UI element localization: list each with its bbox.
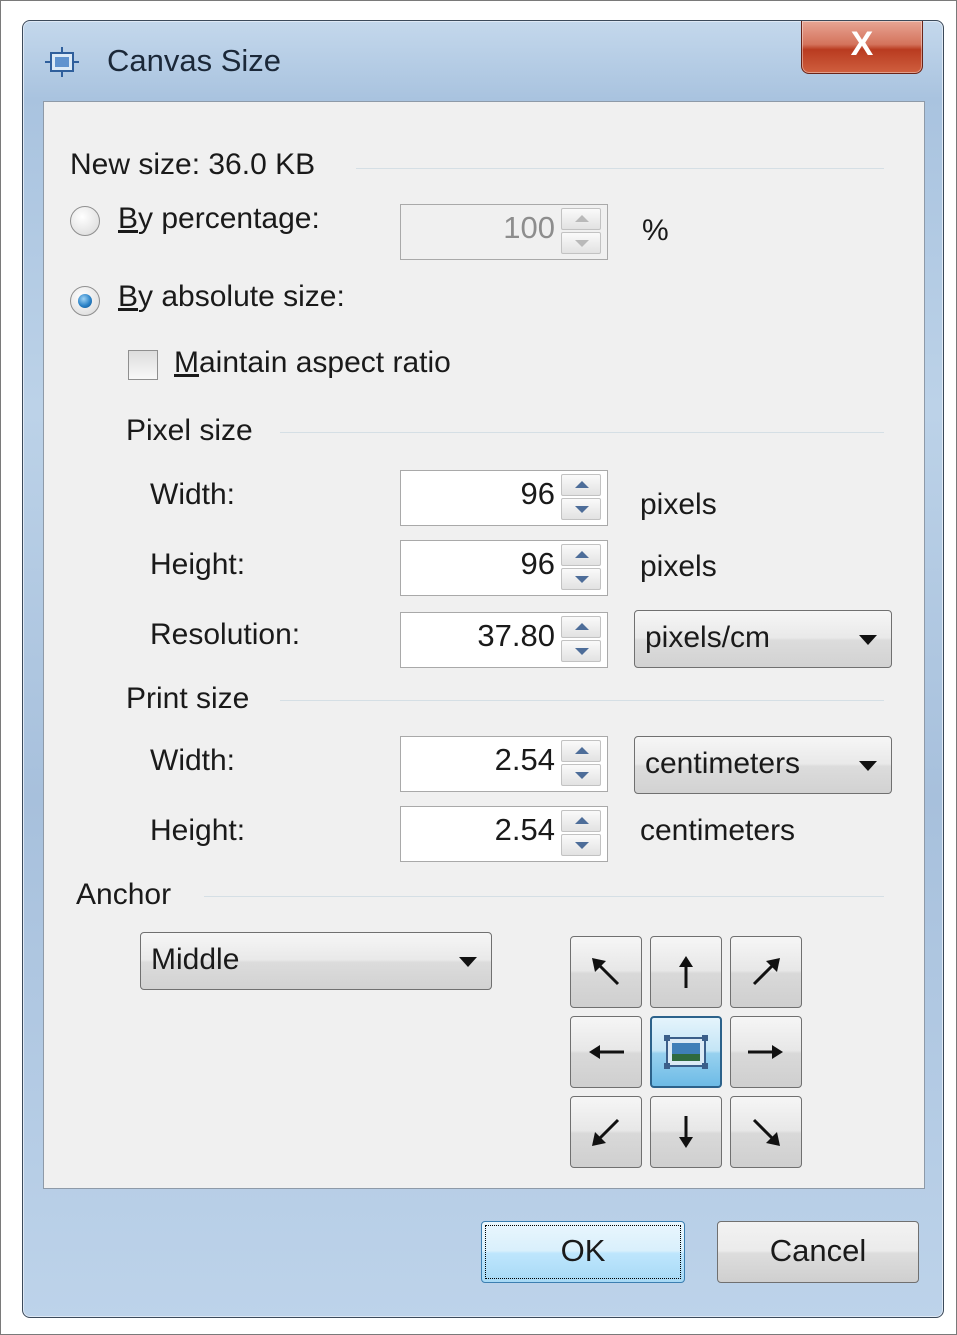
- cancel-button[interactable]: Cancel: [717, 1221, 919, 1283]
- divider: [280, 700, 884, 701]
- pixel-height-unit: pixels: [640, 550, 717, 583]
- divider: [204, 896, 884, 897]
- anchor-bottom-left-button[interactable]: [570, 1096, 642, 1168]
- anchor-dropdown[interactable]: Middle: [140, 932, 492, 990]
- maintain-aspect-ratio-label[interactable]: Maintain aspect ratio: [174, 346, 451, 380]
- anchor-heading: Anchor: [76, 878, 172, 911]
- pixel-width-value: 96: [520, 476, 555, 511]
- arrow-down-left-icon: [592, 1118, 620, 1146]
- print-width-up-button[interactable]: [561, 740, 601, 762]
- percentage-value: 100: [503, 210, 555, 245]
- arrow-right-icon: [748, 1045, 783, 1059]
- dialog-body: New size: 36.0 KB By percentage: 100 % B…: [43, 101, 925, 1189]
- print-width-spinner[interactable]: 2.54: [400, 736, 608, 792]
- arrow-left-icon: [589, 1045, 624, 1059]
- by-absolute-size-radio[interactable]: [70, 286, 100, 316]
- maintain-aspect-ratio-checkbox[interactable]: [128, 350, 158, 380]
- canvas-size-dialog: Canvas Size X New size: 36.0 KB By perce…: [22, 20, 944, 1318]
- print-height-spinner[interactable]: 2.54: [400, 806, 608, 862]
- anchor-bottom-right-button[interactable]: [730, 1096, 802, 1168]
- anchor-right-button[interactable]: [730, 1016, 802, 1088]
- cancel-label: Cancel: [769, 1233, 867, 1268]
- percentage-unit: %: [642, 214, 669, 247]
- print-height-up-button[interactable]: [561, 810, 601, 832]
- pixel-width-up-button[interactable]: [561, 474, 601, 496]
- anchor-top-button[interactable]: [650, 936, 722, 1008]
- arrow-up-left-icon: [592, 958, 620, 986]
- anchor-value: Middle: [151, 943, 240, 976]
- chevron-down-icon: [459, 957, 477, 967]
- anchor-top-right-button[interactable]: [730, 936, 802, 1008]
- pixel-height-value: 96: [520, 546, 555, 581]
- resolution-value: 37.80: [477, 618, 555, 653]
- print-width-label: Width:: [150, 744, 236, 777]
- ok-button[interactable]: OK: [481, 1221, 685, 1283]
- print-size-heading: Print size: [126, 682, 250, 715]
- chevron-down-icon: [859, 635, 877, 645]
- arrow-up-right-icon: [752, 958, 780, 986]
- pixel-size-heading: Pixel size: [126, 414, 253, 447]
- print-height-value: 2.54: [494, 812, 555, 847]
- resolution-down-button[interactable]: [561, 640, 601, 662]
- pixel-height-up-button[interactable]: [561, 544, 601, 566]
- print-height-down-button[interactable]: [561, 834, 601, 856]
- pixel-width-spinner[interactable]: 96: [400, 470, 608, 526]
- arrow-down-icon: [679, 1116, 693, 1148]
- percentage-spinner[interactable]: 100: [400, 204, 608, 260]
- anchor-bottom-button[interactable]: [650, 1096, 722, 1168]
- print-height-label: Height:: [150, 814, 246, 847]
- print-width-value: 2.54: [494, 742, 555, 777]
- resolution-unit-value: pixels/cm: [645, 621, 771, 654]
- anchor-middle-button[interactable]: [650, 1016, 722, 1088]
- print-unit-dropdown[interactable]: centimeters: [634, 736, 892, 794]
- anchor-center-icon: [664, 1035, 708, 1069]
- print-width-down-button[interactable]: [561, 764, 601, 786]
- by-percentage-label[interactable]: By percentage:: [118, 202, 320, 236]
- pixel-height-label: Height:: [150, 548, 246, 581]
- resolution-up-button[interactable]: [561, 616, 601, 638]
- chevron-down-icon: [859, 761, 877, 771]
- title-bar[interactable]: Canvas Size X: [23, 21, 943, 101]
- pixel-height-down-button[interactable]: [561, 568, 601, 590]
- close-button[interactable]: X: [801, 21, 923, 74]
- resolution-unit-dropdown[interactable]: pixels/cm: [634, 610, 892, 668]
- resolution-spinner[interactable]: 37.80: [400, 612, 608, 668]
- by-absolute-size-label[interactable]: By absolute size:: [118, 280, 345, 314]
- resolution-label: Resolution:: [150, 618, 301, 651]
- dialog-title: Canvas Size: [107, 43, 282, 78]
- canvas-size-icon: [45, 47, 79, 77]
- by-percentage-radio[interactable]: [70, 206, 100, 236]
- arrow-down-right-icon: [752, 1118, 780, 1146]
- anchor-left-button[interactable]: [570, 1016, 642, 1088]
- ok-label: OK: [560, 1233, 606, 1268]
- divider: [356, 168, 884, 169]
- pixel-height-spinner[interactable]: 96: [400, 540, 608, 596]
- close-icon: X: [850, 25, 874, 63]
- pixel-width-unit: pixels: [640, 488, 717, 521]
- percentage-down-button[interactable]: [561, 232, 601, 254]
- print-height-unit: centimeters: [640, 814, 796, 847]
- pixel-width-label: Width:: [150, 478, 236, 511]
- print-unit-value: centimeters: [645, 747, 801, 780]
- anchor-top-left-button[interactable]: [570, 936, 642, 1008]
- pixel-width-down-button[interactable]: [561, 498, 601, 520]
- arrow-up-icon: [679, 956, 693, 988]
- new-size-label: New size: 36.0 KB: [70, 148, 316, 181]
- divider: [280, 432, 884, 433]
- percentage-up-button[interactable]: [561, 208, 601, 230]
